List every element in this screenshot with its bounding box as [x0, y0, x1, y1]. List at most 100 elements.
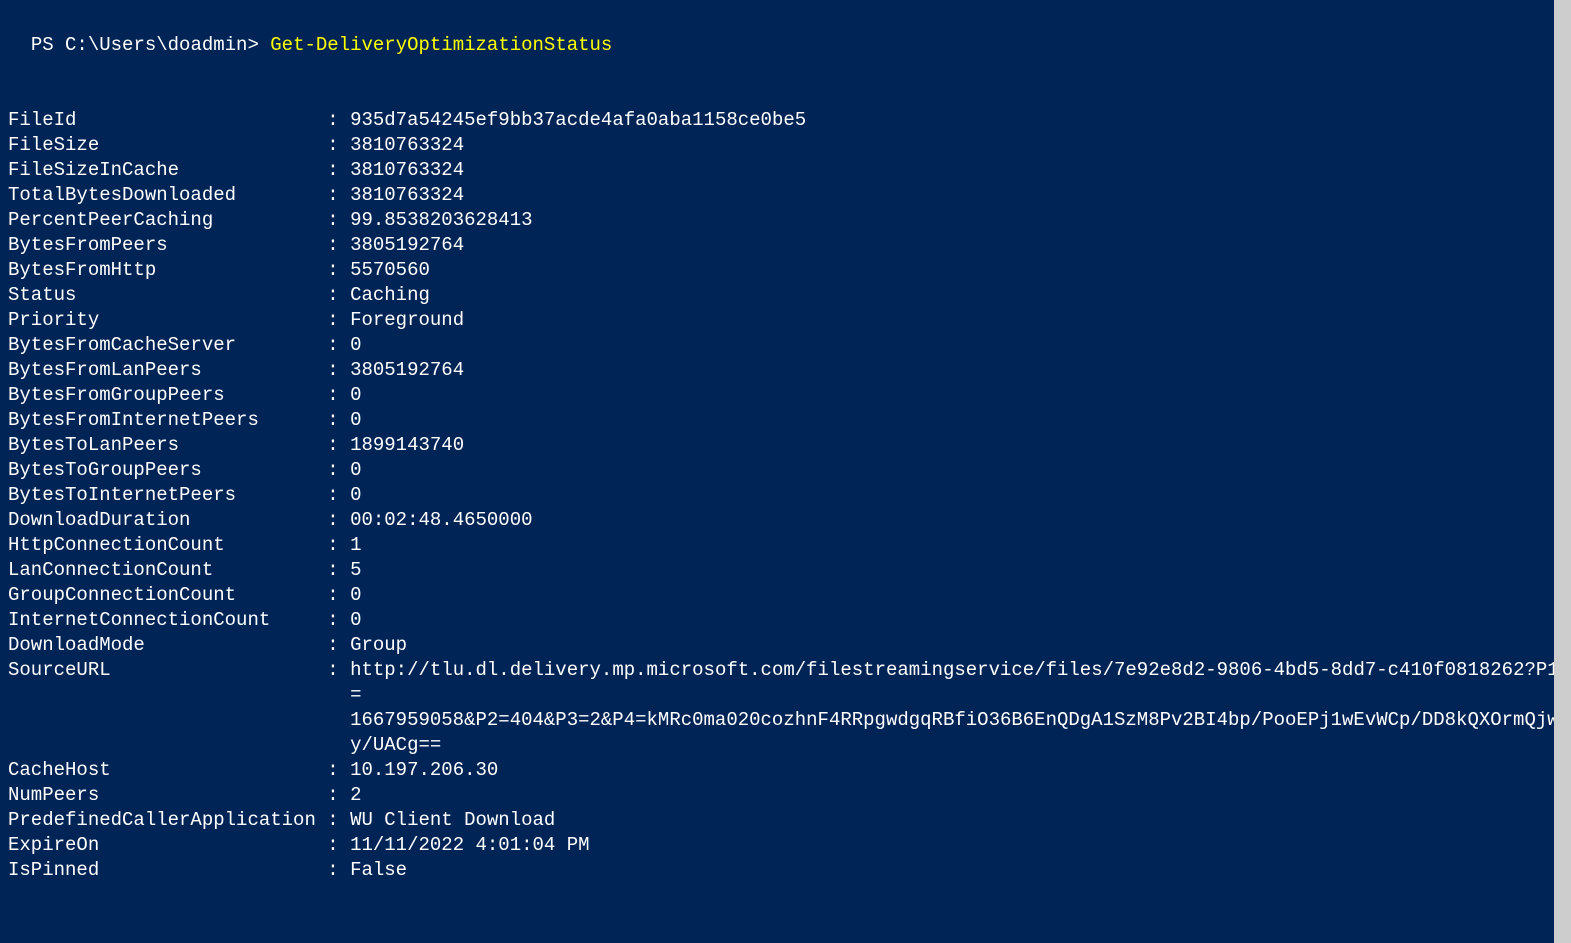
vertical-scrollbar[interactable] — [1554, 0, 1571, 943]
field-value: 0 — [350, 458, 1563, 483]
output-row: BytesToGroupPeers : 0 — [8, 458, 1563, 483]
field-key: BytesFromHttp — [8, 258, 316, 283]
field-key: NumPeers — [8, 783, 316, 808]
field-separator: : — [316, 183, 350, 208]
prompt-path: C:\Users\doadmin — [65, 34, 247, 56]
field-key: CacheHost — [8, 758, 316, 783]
field-key: BytesToLanPeers — [8, 433, 316, 458]
field-separator: : — [316, 758, 350, 783]
prompt-prefix: PS — [31, 34, 65, 56]
output-row: TotalBytesDownloaded : 3810763324 — [8, 183, 1563, 208]
field-separator: : — [316, 358, 350, 383]
field-key: SourceURL — [8, 658, 316, 708]
field-value: Group — [350, 633, 1563, 658]
field-value: 3810763324 — [350, 158, 1563, 183]
output-row: BytesFromPeers : 3805192764 — [8, 233, 1563, 258]
field-separator: : — [316, 133, 350, 158]
field-separator: : — [316, 458, 350, 483]
field-key: BytesFromPeers — [8, 233, 316, 258]
field-key: FileSize — [8, 133, 316, 158]
field-separator: : — [316, 258, 350, 283]
output-row: BytesFromInternetPeers : 0 — [8, 408, 1563, 433]
output-row: DownloadMode : Group — [8, 633, 1563, 658]
field-key: ExpireOn — [8, 833, 316, 858]
output-row: GroupConnectionCount : 0 — [8, 583, 1563, 608]
output-row: IsPinned : False — [8, 858, 1563, 883]
field-key: DownloadDuration — [8, 508, 316, 533]
output-row: LanConnectionCount : 5 — [8, 558, 1563, 583]
field-separator: : — [316, 833, 350, 858]
field-key: BytesToInternetPeers — [8, 483, 316, 508]
field-key: PredefinedCallerApplication — [8, 808, 316, 833]
output-row: FileSize : 3810763324 — [8, 133, 1563, 158]
output-row: HttpConnectionCount : 1 — [8, 533, 1563, 558]
field-separator: : — [316, 408, 350, 433]
field-separator: : — [316, 208, 350, 233]
field-separator: : — [316, 633, 350, 658]
field-key: BytesFromLanPeers — [8, 358, 316, 383]
field-value: 0 — [350, 408, 1563, 433]
field-key: PercentPeerCaching — [8, 208, 316, 233]
output-row: BytesFromLanPeers : 3805192764 — [8, 358, 1563, 383]
output-row: DownloadDuration : 00:02:48.4650000 — [8, 508, 1563, 533]
command-text[interactable]: Get-DeliveryOptimizationStatus — [270, 34, 612, 56]
field-value: 0 — [350, 333, 1563, 358]
field-key: BytesFromCacheServer — [8, 333, 316, 358]
field-separator: : — [316, 233, 350, 258]
field-key: TotalBytesDownloaded — [8, 183, 316, 208]
field-value-continuation: 1667959058&P2=404&P3=2&P4=kMRc0ma020cozh… — [350, 708, 1563, 758]
field-key: FileSizeInCache — [8, 158, 316, 183]
field-separator: : — [316, 533, 350, 558]
field-separator: : — [316, 383, 350, 408]
field-key: LanConnectionCount — [8, 558, 316, 583]
field-key: Status — [8, 283, 316, 308]
output-row: NumPeers : 2 — [8, 783, 1563, 808]
field-value: 0 — [350, 608, 1563, 633]
output-row: BytesToLanPeers : 1899143740 — [8, 433, 1563, 458]
field-separator: : — [316, 433, 350, 458]
scrollbar-thumb[interactable] — [1554, 0, 1571, 943]
field-separator: : — [316, 333, 350, 358]
field-separator: : — [316, 608, 350, 633]
output-row: BytesFromCacheServer : 0 — [8, 333, 1563, 358]
output-row: PredefinedCallerApplication : WU Client … — [8, 808, 1563, 833]
output-row-continuation: 1667959058&P2=404&P3=2&P4=kMRc0ma020cozh… — [8, 708, 1563, 758]
field-separator: : — [316, 808, 350, 833]
field-value: 1 — [350, 533, 1563, 558]
field-value: 10.197.206.30 — [350, 758, 1563, 783]
field-value: 5570560 — [350, 258, 1563, 283]
field-key: IsPinned — [8, 858, 316, 883]
field-value: 1899143740 — [350, 433, 1563, 458]
field-separator: : — [316, 508, 350, 533]
output-row: PercentPeerCaching : 99.8538203628413 — [8, 208, 1563, 233]
field-value: Caching — [350, 283, 1563, 308]
field-key: HttpConnectionCount — [8, 533, 316, 558]
field-value: 3810763324 — [350, 133, 1563, 158]
field-value: 00:02:48.4650000 — [350, 508, 1563, 533]
output-row: Priority : Foreground — [8, 308, 1563, 333]
output-row: FileSizeInCache : 3810763324 — [8, 158, 1563, 183]
field-value: 3805192764 — [350, 358, 1563, 383]
field-separator: : — [316, 558, 350, 583]
field-separator: : — [316, 783, 350, 808]
field-key: GroupConnectionCount — [8, 583, 316, 608]
field-separator: : — [316, 308, 350, 333]
output-row: InternetConnectionCount : 0 — [8, 608, 1563, 633]
field-key: Priority — [8, 308, 316, 333]
field-value: 99.8538203628413 — [350, 208, 1563, 233]
prompt-suffix: > — [247, 34, 270, 56]
output-row: BytesFromGroupPeers : 0 — [8, 383, 1563, 408]
field-value: 3805192764 — [350, 233, 1563, 258]
field-separator: : — [316, 583, 350, 608]
field-key: BytesFromInternetPeers — [8, 408, 316, 433]
output-block: FileId : 935d7a54245ef9bb37acde4afa0aba1… — [8, 108, 1563, 883]
output-row: Status : Caching — [8, 283, 1563, 308]
field-value: 935d7a54245ef9bb37acde4afa0aba1158ce0be5 — [350, 108, 1563, 133]
field-value: 11/11/2022 4:01:04 PM — [350, 833, 1563, 858]
field-separator: : — [316, 283, 350, 308]
field-key: BytesToGroupPeers — [8, 458, 316, 483]
field-separator: : — [316, 858, 350, 883]
field-value: 0 — [350, 583, 1563, 608]
prompt-line: PS C:\Users\doadmin> Get-DeliveryOptimiz… — [8, 8, 1563, 58]
field-value: False — [350, 858, 1563, 883]
